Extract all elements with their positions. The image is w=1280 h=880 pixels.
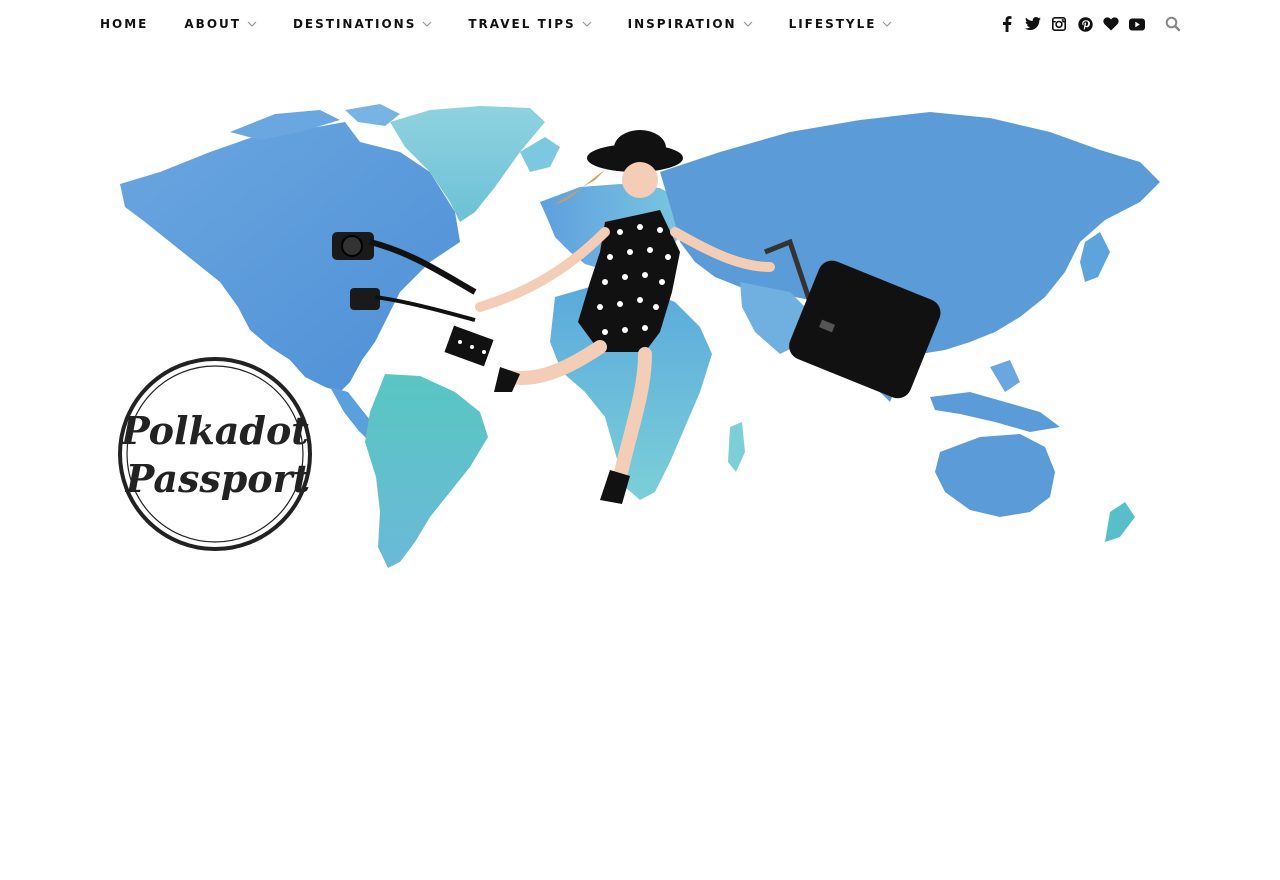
menu-item-label: DESTINATIONS [292, 17, 417, 31]
menu-item-label: LIFESTYLE [788, 17, 877, 31]
passport-icon [444, 325, 494, 367]
bloglovin-heart-icon[interactable] [1102, 15, 1120, 33]
chevron-down-icon [582, 20, 592, 28]
instagram-icon[interactable] [1050, 15, 1068, 33]
chevron-down-icon [743, 20, 753, 28]
top-navigation: HOME ABOUT DESTINATIONS TRAVEL TIPS INSP… [0, 0, 1280, 50]
logo-line-2: Passport [125, 456, 311, 501]
pinterest-icon[interactable] [1076, 15, 1094, 33]
polkadot-passport-logo: Polkadot Passport [118, 357, 312, 551]
menu-item-lifestyle[interactable]: LIFESTYLE [789, 17, 893, 31]
main-menu: HOME ABOUT DESTINATIONS TRAVEL TIPS INSP… [100, 17, 928, 31]
menu-item-label: ABOUT [184, 17, 241, 31]
chevron-down-icon [882, 20, 892, 28]
menu-item-destinations[interactable]: DESTINATIONS [293, 17, 432, 31]
logo-line-1: Polkadot [120, 408, 309, 453]
menu-item-label: INSPIRATION [627, 17, 737, 31]
menu-item-about[interactable]: ABOUT [184, 17, 257, 31]
menu-item-home[interactable]: HOME [100, 17, 148, 31]
chevron-down-icon [422, 20, 432, 28]
menu-item-label: HOME [100, 17, 149, 31]
facebook-icon[interactable] [998, 15, 1016, 33]
social-links [998, 15, 1154, 33]
chevron-down-icon [247, 20, 257, 28]
menu-item-label: TRAVEL TIPS [468, 17, 576, 31]
twitter-icon[interactable] [1024, 15, 1042, 33]
youtube-icon[interactable] [1128, 15, 1146, 33]
menu-item-inspiration[interactable]: INSPIRATION [628, 17, 753, 31]
hero-banner: Polkadot Passport [100, 92, 1180, 582]
menu-item-travel-tips[interactable]: TRAVEL TIPS [468, 17, 592, 31]
search-icon[interactable] [1165, 16, 1183, 34]
